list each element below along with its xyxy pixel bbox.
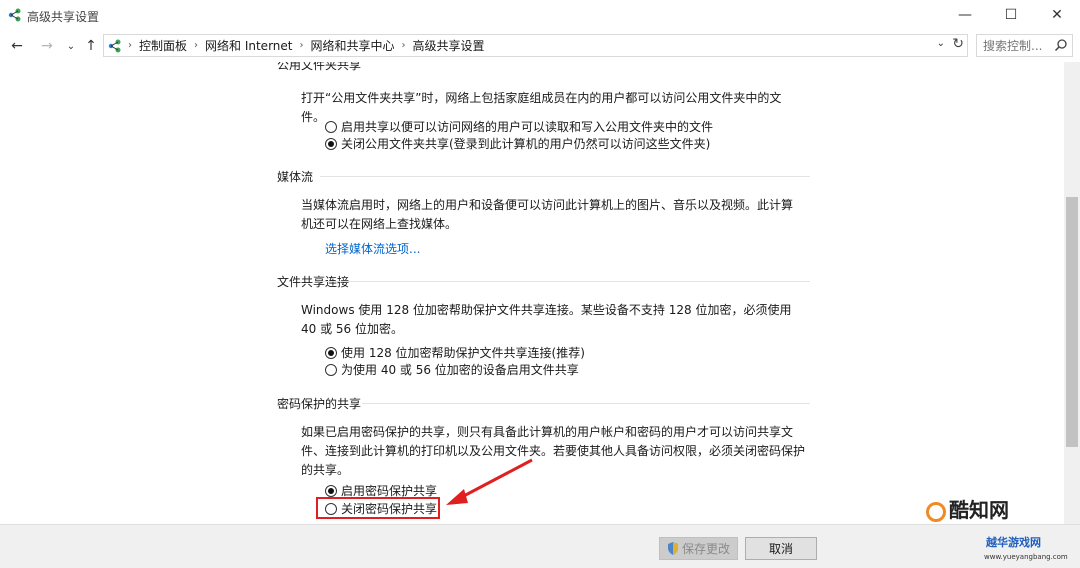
search-icon[interactable] xyxy=(1054,38,1068,55)
save-button-label: 保存更改 xyxy=(681,542,730,556)
radio-label: 启用共享以便可以访问网络的用户可以读取和写入公用文件夹中的文件 xyxy=(341,120,714,134)
network-app-icon xyxy=(8,8,22,25)
refresh-icon[interactable]: ↻ xyxy=(952,36,964,52)
radio-button[interactable] xyxy=(325,120,337,133)
control-panel-icon xyxy=(108,39,122,53)
watermark-logo-icon xyxy=(926,501,946,522)
breadcrumb-separator-icon[interactable]: › xyxy=(402,40,406,51)
section-heading-public-folder: 公用文件夹共享 xyxy=(277,62,362,72)
watermark-site-label: 越华游戏网 xyxy=(986,536,1041,549)
watermark-brand: 酷知网 xyxy=(926,494,1009,523)
highlight-box xyxy=(316,497,440,519)
close-button[interactable]: ✕ xyxy=(1034,0,1080,30)
shield-icon xyxy=(667,542,679,555)
password-sharing-description: 如果已启用密码保护的共享，则只有具备此计算机的用户帐户和密码的用户才可以访问共享… xyxy=(301,425,806,477)
radio-40-56-bit[interactable]: 为使用 40 或 56 位加密的设备启用文件共享 xyxy=(325,361,579,378)
address-bar[interactable]: › 控制面板 › 网络和 Internet › 网络和共享中心 › 高级共享设置… xyxy=(103,34,968,57)
button-bar: 保存更改 取消 xyxy=(0,524,1080,568)
radio-button[interactable] xyxy=(325,137,337,150)
title-bar: 高级共享设置 — ☐ ✕ xyxy=(0,0,1080,30)
save-changes-button[interactable]: 保存更改 xyxy=(659,537,738,560)
forward-button[interactable]: → xyxy=(36,35,58,57)
radio-public-folder-off[interactable]: 关闭公用文件夹共享(登录到此计算机的用户仍然可以访问这些文件夹) xyxy=(325,135,710,152)
up-button[interactable]: ↑ xyxy=(80,35,102,57)
section-heading-media-streaming: 媒体流 xyxy=(277,170,314,184)
forward-arrow-icon: → xyxy=(41,38,53,54)
breadcrumb-separator-icon[interactable]: › xyxy=(299,40,303,51)
breadcrumb-separator-icon[interactable]: › xyxy=(194,40,198,51)
radio-button[interactable] xyxy=(325,346,337,359)
radio-label: 为使用 40 或 56 位加密的设备启用文件共享 xyxy=(341,363,579,377)
radio-button[interactable] xyxy=(325,363,337,376)
close-icon: ✕ xyxy=(1051,7,1063,23)
chevron-down-icon: ⌄ xyxy=(66,40,76,52)
minimize-icon: — xyxy=(958,7,972,23)
section-divider xyxy=(320,281,810,282)
radio-label: 使用 128 位加密帮助保护文件共享连接(推荐) xyxy=(341,346,585,360)
navigation-bar: ← → ⌄ ↑ › 控制面板 › 网络和 Internet › 网络和共享中心 … xyxy=(0,30,1080,62)
section-divider xyxy=(320,176,810,177)
radio-button[interactable] xyxy=(325,484,337,497)
address-dropdown-icon[interactable]: ⌄ xyxy=(937,38,945,49)
breadcrumb-separator-icon: › xyxy=(128,40,132,51)
file-sharing-description: Windows 使用 128 位加密帮助保护文件共享连接。某些设备不支持 128… xyxy=(301,303,792,336)
minimize-button[interactable]: — xyxy=(942,0,988,30)
back-button[interactable]: ← xyxy=(6,35,28,57)
radio-public-folder-on[interactable]: 启用共享以便可以访问网络的用户可以读取和写入公用文件夹中的文件 xyxy=(325,118,713,135)
annotation-arrow-icon xyxy=(446,458,533,505)
media-streaming-options-link[interactable]: 选择媒体流选项... xyxy=(325,240,420,257)
back-arrow-icon: ← xyxy=(11,38,23,54)
section-heading-password-sharing: 密码保护的共享 xyxy=(277,397,362,411)
radio-label: 关闭公用文件夹共享(登录到此计算机的用户仍然可以访问这些文件夹) xyxy=(341,137,711,151)
recent-locations-button[interactable]: ⌄ xyxy=(60,35,82,57)
breadcrumb-advanced-sharing[interactable]: 高级共享设置 xyxy=(413,37,485,54)
scrollbar-thumb[interactable] xyxy=(1066,197,1078,447)
radio-128-bit[interactable]: 使用 128 位加密帮助保护文件共享连接(推荐) xyxy=(325,344,585,361)
window-title: 高级共享设置 xyxy=(27,10,100,24)
vertical-scrollbar[interactable] xyxy=(1064,62,1080,524)
maximize-icon: ☐ xyxy=(1004,7,1018,23)
media-streaming-description: 当媒体流启用时，网络上的用户和设备便可以访问此计算机上的图片、音乐以及视频。此计… xyxy=(301,198,794,231)
section-divider xyxy=(362,403,810,404)
up-arrow-icon: ↑ xyxy=(85,38,97,54)
breadcrumb-network-sharing-center[interactable]: 网络和共享中心 xyxy=(310,37,394,54)
breadcrumb-network-internet[interactable]: 网络和 Internet xyxy=(205,37,292,54)
cancel-button-label: 取消 xyxy=(768,542,793,556)
watermark-url: www.yueyangbang.com xyxy=(984,553,1068,561)
search-box[interactable] xyxy=(976,34,1073,57)
breadcrumb-control-panel[interactable]: 控制面板 xyxy=(139,37,187,54)
search-input[interactable] xyxy=(977,35,1055,56)
cancel-button[interactable]: 取消 xyxy=(745,537,817,560)
maximize-button[interactable]: ☐ xyxy=(988,0,1034,30)
